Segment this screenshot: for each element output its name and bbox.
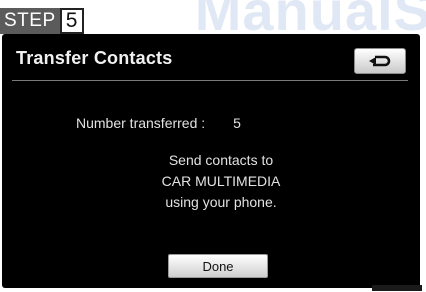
message-line: Send contacts to: [168, 152, 274, 168]
transfer-count-row: Number transferred : 5: [76, 115, 241, 131]
transfer-count-value: 5: [233, 115, 241, 131]
instruction-message: Send contacts to CAR MULTIMEDIA using yo…: [22, 150, 420, 213]
page-title: Transfer Contacts: [16, 48, 173, 68]
content-area: Number transferred : 5 Send contacts to …: [2, 80, 420, 288]
step-label: STEP: [0, 8, 60, 34]
corner-mark: [372, 285, 422, 291]
title-bar: Transfer Contacts: [12, 42, 408, 81]
return-arrow-icon: [369, 55, 391, 67]
message-line: using your phone.: [165, 194, 277, 210]
transfer-count-label: Number transferred :: [76, 115, 206, 131]
navigation-screen: Transfer Contacts Number transferred : 5…: [2, 34, 420, 288]
message-line: CAR MULTIMEDIA: [161, 173, 281, 189]
step-badge: STEP 5: [0, 8, 84, 34]
done-button[interactable]: Done: [168, 254, 268, 278]
step-number: 5: [59, 8, 84, 34]
back-button[interactable]: [354, 48, 406, 74]
